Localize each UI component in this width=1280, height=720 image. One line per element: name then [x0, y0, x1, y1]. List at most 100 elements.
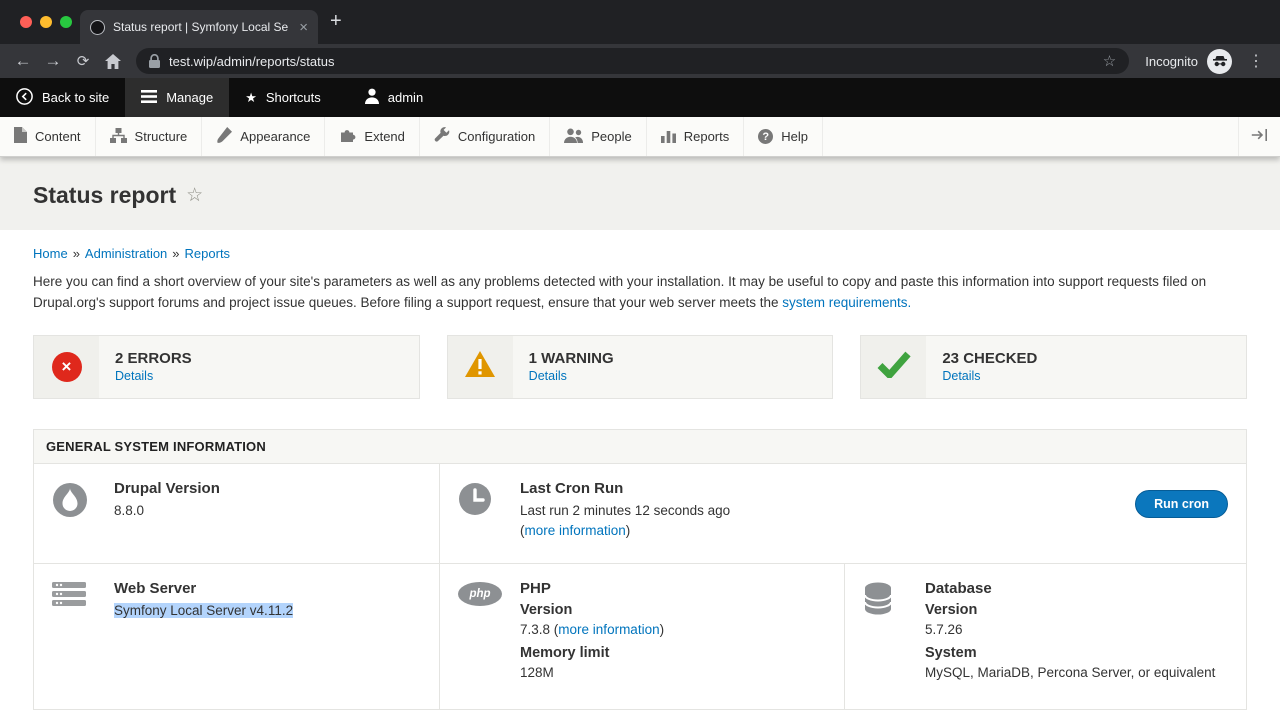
back-icon[interactable]: ←: [8, 46, 38, 76]
menu-item-label: Configuration: [458, 129, 535, 144]
warnings-icon-well: [448, 336, 513, 398]
shortcuts-label: Shortcuts: [266, 90, 321, 105]
php-version-line: 7.3.8 (more information): [520, 620, 664, 640]
php-logo-icon: php: [458, 580, 520, 606]
warnings-card-text: 1 WARNING Details: [513, 336, 630, 398]
database-text: Database Version 5.7.26 System MySQL, Ma…: [925, 580, 1215, 684]
address-bar[interactable]: test.wip/admin/reports/status ☆: [136, 48, 1129, 74]
system-info-row-1: Drupal Version 8.8.0 Last Cron Run Last …: [34, 464, 1246, 563]
menu-item-label: Reports: [684, 129, 730, 144]
window-close-button[interactable]: [20, 16, 32, 28]
errors-icon-well: ×: [34, 336, 99, 398]
menu-item-extend[interactable]: Extend: [325, 117, 419, 156]
php-memory-label: Memory limit: [520, 645, 664, 661]
menu-item-people[interactable]: People: [550, 117, 646, 156]
drupal-version-cell: Drupal Version 8.8.0: [34, 464, 439, 563]
home-icon[interactable]: [98, 46, 128, 76]
menu-item-label: Extend: [364, 129, 404, 144]
errors-card[interactable]: × 2 ERRORS Details: [33, 335, 420, 399]
reports-icon: [661, 128, 676, 146]
checked-count: 23 CHECKED: [942, 350, 1037, 367]
web-server-value: Symfony Local Server v4.11.2: [114, 603, 293, 618]
people-icon: [564, 128, 583, 146]
drupal-version-text: Drupal Version 8.8.0: [114, 480, 220, 521]
manage-button[interactable]: Manage: [125, 78, 229, 117]
cron-more-information: (more information): [520, 521, 730, 541]
php-version-label: Version: [520, 602, 664, 618]
warnings-details-link[interactable]: Details: [529, 369, 614, 383]
favorite-star-icon[interactable]: ☆: [186, 184, 203, 207]
tab-close-icon[interactable]: ×: [299, 20, 308, 35]
reload-icon[interactable]: ⟳: [68, 46, 98, 76]
checked-card[interactable]: 23 CHECKED Details: [860, 335, 1247, 399]
configuration-icon: [434, 127, 450, 146]
breadcrumb-separator: »: [73, 246, 80, 261]
new-tab-button[interactable]: +: [330, 11, 342, 31]
shortcuts-star-icon: ★: [245, 90, 257, 106]
php-title: PHP: [520, 580, 664, 597]
main-content: Home » Administration » Reports Here you can…: [0, 230, 1280, 710]
run-cron-button[interactable]: Run cron: [1135, 490, 1228, 518]
checked-card-text: 23 CHECKED Details: [926, 336, 1053, 398]
error-icon: ×: [52, 352, 82, 382]
status-summary-cards: × 2 ERRORS Details 1 WARNING Details: [33, 335, 1247, 399]
menu-item-reports[interactable]: Reports: [647, 117, 745, 156]
paren-close: ): [626, 523, 631, 538]
menu-item-structure[interactable]: Structure: [96, 117, 203, 156]
extend-icon: [339, 128, 356, 146]
bookmark-star-icon[interactable]: ☆: [1103, 52, 1116, 70]
structure-icon: [110, 128, 127, 146]
database-system-value: MySQL, MariaDB, Percona Server, or equiv…: [925, 663, 1215, 683]
menu-item-configuration[interactable]: Configuration: [420, 117, 550, 156]
browser-tab[interactable]: Status report | Symfony Local Se ×: [80, 10, 318, 44]
content-icon: [14, 127, 27, 146]
collapse-icon: [1251, 129, 1268, 144]
breadcrumb-home-link[interactable]: Home: [33, 246, 68, 261]
admin-user-button[interactable]: admin: [349, 78, 439, 117]
cron-more-information-link[interactable]: more information: [525, 523, 626, 538]
database-system-label: System: [925, 645, 1215, 661]
forward-icon[interactable]: →: [38, 46, 68, 76]
shortcuts-button[interactable]: ★ Shortcuts: [229, 78, 337, 117]
paren-close: ): [660, 622, 665, 637]
warnings-card[interactable]: 1 WARNING Details: [447, 335, 834, 399]
database-version-label: Version: [925, 602, 1215, 618]
appearance-icon: [216, 127, 232, 146]
web-server-cell: Web Server Symfony Local Server v4.11.2: [34, 564, 439, 709]
drupal-version-value: 8.8.0: [114, 501, 220, 521]
window-minimize-button[interactable]: [40, 16, 52, 28]
menu-item-help[interactable]: ? Help: [744, 117, 823, 156]
checked-details-link[interactable]: Details: [942, 369, 1037, 383]
menu-item-label: People: [591, 129, 631, 144]
back-to-site-label: Back to site: [42, 90, 109, 105]
browser-toolbar: ← → ⟳ test.wip/admin/reports/status ☆ In…: [0, 44, 1280, 78]
incognito-indicator: Incognito: [1137, 49, 1240, 74]
breadcrumb-separator: »: [172, 246, 179, 261]
page-title-text: Status report: [33, 182, 176, 209]
toolbar-collapse-button[interactable]: [1238, 117, 1280, 156]
incognito-icon: [1207, 49, 1232, 74]
incognito-label: Incognito: [1145, 54, 1198, 69]
drupal-logo-icon: [52, 480, 114, 523]
window-zoom-button[interactable]: [60, 16, 72, 28]
browser-menu-icon[interactable]: ⋮: [1240, 51, 1272, 71]
php-more-information-link[interactable]: more information: [558, 622, 659, 637]
intro-text-content: Here you can find a short overview of yo…: [33, 274, 1206, 310]
back-to-site-button[interactable]: Back to site: [0, 78, 125, 117]
menu-item-appearance[interactable]: Appearance: [202, 117, 325, 156]
tab-title: Status report | Symfony Local Se: [113, 20, 291, 34]
errors-card-text: 2 ERRORS Details: [99, 336, 208, 398]
errors-details-link[interactable]: Details: [115, 369, 192, 383]
page-header: Status report ☆: [0, 157, 1280, 230]
tab-favicon-icon: [90, 20, 105, 35]
menu-item-content[interactable]: Content: [0, 117, 96, 156]
help-icon: ?: [758, 129, 773, 144]
menu-item-label: Help: [781, 129, 808, 144]
breadcrumb-administration-link[interactable]: Administration: [85, 246, 167, 261]
breadcrumb-reports-link[interactable]: Reports: [185, 246, 231, 261]
menu-item-label: Appearance: [240, 129, 310, 144]
errors-count: 2 ERRORS: [115, 350, 192, 367]
menu-item-label: Content: [35, 129, 81, 144]
system-requirements-link[interactable]: system requirements.: [782, 295, 911, 310]
last-cron-run-value: Last run 2 minutes 12 seconds ago: [520, 501, 730, 521]
